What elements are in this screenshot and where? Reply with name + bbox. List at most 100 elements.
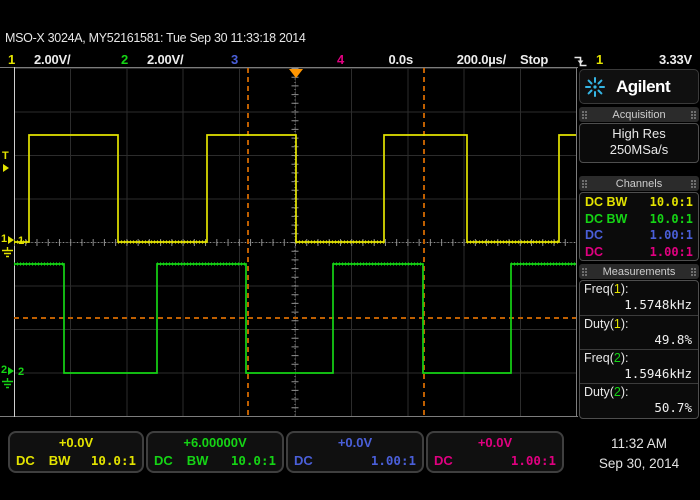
ch1-ground-marker-label[interactable]: 1 [1,234,7,245]
grip-icon [581,267,588,276]
clock: 11:32 AM Sep 30, 2014 [580,434,698,474]
measurements-box: Freq(1): 1.5748kHz Duty(1): 49.8% Freq(2… [579,280,699,419]
acquisition-mode: High Res [580,126,698,142]
ch1-ground-icon [1,247,14,259]
status-trigger-source[interactable]: 1 [596,52,603,67]
status-ch1-scale[interactable]: 2.00V/ [34,52,70,67]
ch1-probe-ratio: 10.0:1 [650,195,693,209]
grid-bottom-border [0,416,578,417]
meas-label-text: Duty( [584,317,614,331]
status-timebase[interactable]: 200.0µs/ [430,52,506,67]
instrument-title: MSO-X 3024A, MY52161581: Tue Sep 30 11:3… [5,31,306,45]
status-trigger-level[interactable]: 3.33V [640,52,692,67]
status-ch2-scale[interactable]: 2.00V/ [147,52,183,67]
ch1-ingrid-label: 1 [18,236,24,247]
meas-label-text: ): [621,317,629,331]
meas-label-text: Freq( [584,351,614,365]
ch2-coupling: DC BW [585,212,627,226]
meas-label-text: ): [621,385,629,399]
meas-channel-ref: 1 [614,282,621,296]
ch3-probe-ratio: 1.00:1 [650,228,693,242]
ch4-status-box[interactable]: +0.0V DC 1.00:1 [426,431,564,473]
trigger-level-arrow-icon[interactable] [3,164,9,172]
date-text: Sep 30, 2014 [580,454,698,474]
ch4-offset: +0.0V [428,435,562,450]
brand-logo: Agilent [579,69,699,104]
ch2-ingrid-label: 2 [18,367,24,378]
grip-icon [690,179,697,188]
ch4-coupling: DC [585,245,603,259]
measurement-duty1: Duty(1): 49.8% [580,315,698,349]
ch3-offset: +0.0V [288,435,422,450]
grip-icon [581,110,588,119]
ch3-coupling: DC [585,228,603,242]
status-ch4-number[interactable]: 4 [337,52,344,67]
meas-value: 50.7% [584,400,694,415]
meas-value: 49.8% [584,332,694,347]
ch2-ground-marker-label[interactable]: 2 [1,365,7,376]
waveform-display [14,68,576,416]
meas-label-text: ): [621,282,629,296]
measurement-freq2: Freq(2): 1.5946kHz [580,349,698,383]
channel-row-2: DC BW 10.0:1 [580,211,698,228]
ch3-status-box[interactable]: +0.0V DC 1.00:1 [286,431,424,473]
ch1-coupling: DC BW [585,195,627,209]
oscilloscope-screen: MSO-X 3024A, MY52161581: Tue Sep 30 11:3… [0,0,700,500]
status-run-state[interactable]: Stop [520,52,548,67]
ch1-coupling-label: DC [16,453,35,468]
meas-channel-ref: 1 [614,317,621,331]
ch1-offset: +0.0V [10,435,142,450]
ch2-ground-icon [1,378,14,390]
ch3-probe-label: 1.00:1 [371,453,416,468]
status-ch3-number[interactable]: 3 [231,52,238,67]
grip-icon [581,179,588,188]
status-ch2-number[interactable]: 2 [121,52,128,67]
ch1-ground-arrow-icon [8,236,14,244]
meas-value: 1.5748kHz [584,297,694,312]
ch2-ground-arrow-icon [8,367,14,375]
ch1-probe-label: 10.0:1 [91,453,136,468]
grip-icon [690,110,697,119]
ch2-coupling-label: DC [154,453,173,468]
ch4-coupling-label: DC [434,453,453,468]
grid-right-border [576,67,577,417]
meas-label-text: Duty( [584,385,614,399]
ch1-bw-label: BW [49,453,71,468]
ch2-probe-label: 10.0:1 [231,453,276,468]
meas-label-text: ): [621,351,629,365]
measurements-title: Measurements [588,266,690,278]
channel-row-4: DC 1.00:1 [580,244,698,261]
time-text: 11:32 AM [580,434,698,454]
measurements-section-header[interactable]: Measurements [579,264,699,279]
acquisition-sample-rate: 250MSa/s [580,142,698,158]
ch4-probe-ratio: 1.00:1 [650,245,693,259]
channels-title: Channels [588,178,690,190]
ch1-status-box[interactable]: +0.0V DC BW 10.0:1 [8,431,144,473]
acquisition-info-box: High Res 250MSa/s [579,123,699,163]
measurement-freq1: Freq(1): 1.5748kHz [580,281,698,315]
ch2-offset: +6.00000V [148,435,282,450]
grip-icon [690,267,697,276]
meas-channel-ref: 2 [614,351,621,365]
measurement-duty2: Duty(2): 50.7% [580,383,698,417]
status-ch1-number[interactable]: 1 [8,52,15,67]
meas-value: 1.5946kHz [584,366,694,381]
brand-name: Agilent [616,77,670,97]
channels-section-header[interactable]: Channels [579,176,699,191]
trigger-time-marker-icon[interactable] [289,69,303,78]
ch2-status-box[interactable]: +6.00000V DC BW 10.0:1 [146,431,284,473]
ch4-probe-label: 1.00:1 [511,453,556,468]
ch2-probe-ratio: 10.0:1 [650,212,693,226]
channel-row-1: DC BW 10.0:1 [580,194,698,211]
trigger-level-marker[interactable]: T [2,151,9,162]
ch3-coupling-label: DC [294,453,313,468]
ch2-bw-label: BW [187,453,209,468]
meas-channel-ref: 2 [614,385,621,399]
acquisition-section-header[interactable]: Acquisition [579,107,699,122]
channel-row-3: DC 1.00:1 [580,227,698,244]
acquisition-title: Acquisition [588,109,690,121]
status-delay[interactable]: 0.0s [368,52,413,67]
meas-label-text: Freq( [584,282,614,296]
channels-info-box: DC BW 10.0:1 DC BW 10.0:1 DC 1.00:1 DC 1… [579,192,699,261]
agilent-spark-icon [580,73,610,101]
